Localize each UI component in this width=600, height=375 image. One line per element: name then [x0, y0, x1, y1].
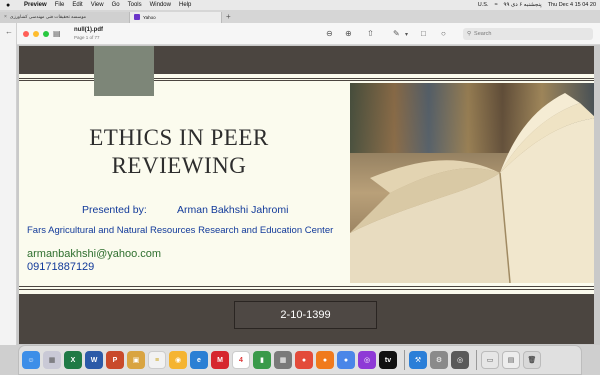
- rotate-icon[interactable]: □: [421, 29, 426, 38]
- menu-bar: ● Preview File Edit View Go Tools Window…: [0, 0, 600, 10]
- mendeley-icon[interactable]: M: [211, 351, 229, 369]
- quicktime-icon[interactable]: ◎: [451, 351, 469, 369]
- dock-separator-2: [476, 350, 477, 370]
- dock: ☺ ▦ X W P ▣ ≡ ◉ e M 4 ▮ ▦ ● ● ● ◎ tv ⚒ ⚙…: [18, 345, 582, 375]
- calendar-icon[interactable]: 4: [232, 351, 250, 369]
- markup-dropdown-icon[interactable]: ▾: [405, 31, 408, 38]
- clock[interactable]: Thu Dec 4 15 04 20: [548, 2, 596, 8]
- apple-menu-icon[interactable]: ●: [6, 2, 16, 9]
- search-field[interactable]: ⚲ Search: [463, 28, 593, 40]
- menu-window[interactable]: Window: [150, 2, 171, 8]
- phone-number: 09171887129: [27, 261, 95, 273]
- menu-tools[interactable]: Tools: [128, 2, 142, 8]
- bottom-rule: [19, 286, 594, 287]
- search-placeholder: Search: [474, 31, 492, 37]
- document-title: null(1).pdf: [74, 27, 103, 33]
- grid-app-icon[interactable]: ▦: [274, 351, 292, 369]
- tab-institute-label: موسسه تحقیقات فنی مهندسی کشاورزی: [9, 14, 87, 19]
- zoom-in-icon[interactable]: ⊕: [345, 29, 352, 38]
- word-icon[interactable]: W: [85, 351, 103, 369]
- chrome-icon[interactable]: ●: [295, 351, 313, 369]
- annotate-icon[interactable]: ○: [441, 29, 446, 38]
- book-pages-illustration: [350, 93, 594, 283]
- trash-icon[interactable]: 🗑: [523, 351, 541, 369]
- system-preferences-icon[interactable]: ⚙: [430, 351, 448, 369]
- markup-icon[interactable]: ✎: [393, 29, 400, 38]
- share-icon[interactable]: ⇧: [367, 29, 374, 38]
- institute-name: Fars Agricultural and Natural Resources …: [27, 225, 334, 236]
- sidebar-icon[interactable]: ▤: [53, 29, 61, 38]
- menu-help[interactable]: Help: [179, 2, 191, 8]
- preview-toolbar: ▤ null(1).pdf Page 1 of 77 ⊖ ⊕ ⇧ ✎ ▾ □ ○…: [17, 23, 600, 45]
- menu-preview[interactable]: Preview: [24, 2, 47, 8]
- new-tab-button[interactable]: +: [226, 12, 231, 21]
- tab-yahoo-label: Yahoo: [143, 14, 156, 20]
- tab-yahoo[interactable]: Yahoo: [130, 11, 222, 23]
- zoom-out-icon[interactable]: ⊖: [326, 29, 333, 38]
- dock-separator: [404, 350, 405, 370]
- documents-icon[interactable]: ▤: [502, 351, 520, 369]
- persian-date[interactable]: پنجشنبه ۶ دی ۹۹: [504, 2, 542, 8]
- notes-icon[interactable]: ≡: [148, 351, 166, 369]
- minimize-window-button[interactable]: [33, 31, 39, 37]
- excel-icon[interactable]: X: [64, 351, 82, 369]
- browser-tab-bar: × موسسه تحقیقات فنی مهندسی کشاورزی Yahoo…: [0, 10, 600, 23]
- presenter-name: Arman Bakhshi Jahromi: [177, 204, 289, 216]
- menu-file[interactable]: File: [55, 2, 65, 8]
- keyboard-input-flag[interactable]: U.S.: [478, 2, 489, 8]
- finder-icon[interactable]: ☺: [22, 351, 40, 369]
- document-viewer[interactable]: ETHICS IN PEER REVIEWING Presented by: A…: [17, 45, 600, 345]
- wifi-icon[interactable]: ≈: [495, 2, 498, 8]
- presented-by-label: Presented by:: [82, 204, 147, 216]
- search-icon: ⚲: [467, 31, 472, 37]
- page-indicator: Page 1 of 77: [74, 35, 100, 40]
- stocks-icon[interactable]: ▮: [253, 351, 271, 369]
- yahoo-favicon-icon: [134, 14, 140, 20]
- menu-edit[interactable]: Edit: [72, 2, 82, 8]
- xcode-icon[interactable]: ⚒: [409, 351, 427, 369]
- email-address: armanbakhshi@yahoo.com: [27, 248, 162, 260]
- photo-preview-icon[interactable]: ▭: [481, 351, 499, 369]
- ribbon-bookmark: [94, 46, 154, 96]
- date-box: 2-10-1399: [234, 301, 377, 329]
- podcasts-icon[interactable]: ◎: [358, 351, 376, 369]
- launchpad-icon[interactable]: ▦: [43, 351, 61, 369]
- preview-icon[interactable]: ▣: [127, 351, 145, 369]
- powerpoint-icon[interactable]: P: [106, 351, 124, 369]
- chrome-2-icon[interactable]: ●: [337, 351, 355, 369]
- window-controls: [23, 31, 49, 37]
- safari-icon[interactable]: ◉: [169, 351, 187, 369]
- status-area: U.S. ≈ پنجشنبه ۶ دی ۹۹ Thu Dec 4 15 04 2…: [478, 0, 596, 10]
- open-book-photo: [350, 83, 594, 283]
- bottom-rule-2: [19, 289, 594, 290]
- menu-go[interactable]: Go: [112, 2, 120, 8]
- tab-institute[interactable]: × موسسه تحقیقات فنی مهندسی کشاورزی: [0, 11, 130, 23]
- close-tab-icon[interactable]: ×: [4, 14, 7, 20]
- slide-page: ETHICS IN PEER REVIEWING Presented by: A…: [19, 46, 594, 344]
- close-window-button[interactable]: [23, 31, 29, 37]
- back-arrow-icon[interactable]: ←: [5, 27, 13, 36]
- slide-title: ETHICS IN PEER REVIEWING: [89, 125, 269, 178]
- browser-side-strip: ←: [0, 23, 17, 345]
- menu-view[interactable]: View: [91, 2, 104, 8]
- apple-tv-icon[interactable]: tv: [379, 351, 397, 369]
- zoom-window-button[interactable]: [43, 31, 49, 37]
- firefox-icon[interactable]: ●: [316, 351, 334, 369]
- edge-icon[interactable]: e: [190, 351, 208, 369]
